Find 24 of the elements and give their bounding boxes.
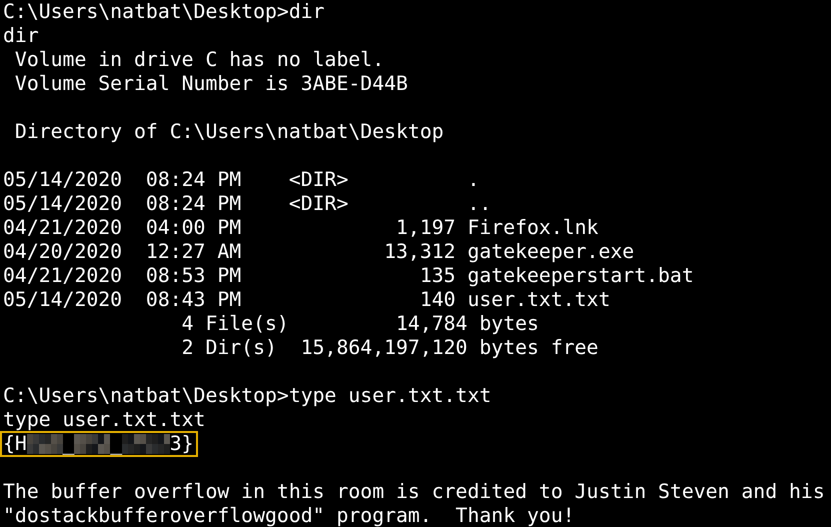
terminal-line: 04/20/2020 12:27 AM 13,312 gatekeeper.exe [3, 240, 634, 264]
redacted-block [26, 434, 63, 454]
terminal-line: 04/21/2020 08:53 PM 135 gatekeeperstart.bat [3, 264, 694, 288]
redacted-block [122, 434, 170, 454]
terminal-line: The buffer overflow in this room is credited to Justin Steven and his [3, 480, 825, 504]
terminal-line: C:\Users\natbat\Desktop>dir [3, 0, 325, 24]
terminal-line: 05/14/2020 08:24 PM <DIR> . [3, 168, 480, 192]
terminal-line: Directory of C:\Users\natbat\Desktop [14, 120, 444, 144]
terminal-line: C:\Users\natbat\Desktop>type user.txt.txt [3, 384, 492, 408]
flag-text: {H [3, 432, 27, 456]
terminal-line: "dostackbufferoverflowgood" program. Thank you! [3, 504, 575, 527]
terminal-line: 4 File(s) 14,784 bytes [180, 312, 539, 336]
redacted-block [74, 434, 110, 454]
flag-text: 3} [170, 432, 194, 456]
terminal-line: Volume Serial Number is 3ABE-D44B [14, 72, 408, 96]
terminal-line: 05/14/2020 08:43 PM 140 user.txt.txt [3, 288, 610, 312]
terminal-line: dir [3, 24, 39, 48]
flag-text: _ [110, 432, 122, 456]
terminal-line: 04/21/2020 04:00 PM 1,197 Firefox.lnk [3, 216, 598, 240]
terminal-line: 05/14/2020 08:24 PM <DIR> .. [3, 192, 492, 216]
flag-text: _ [62, 432, 74, 456]
terminal-line: Volume in drive C has no label. [14, 48, 384, 72]
terminal-line: 2 Dir(s) 15,864,197,120 bytes free [180, 336, 598, 360]
terminal-line: type user.txt.txt [3, 408, 206, 432]
